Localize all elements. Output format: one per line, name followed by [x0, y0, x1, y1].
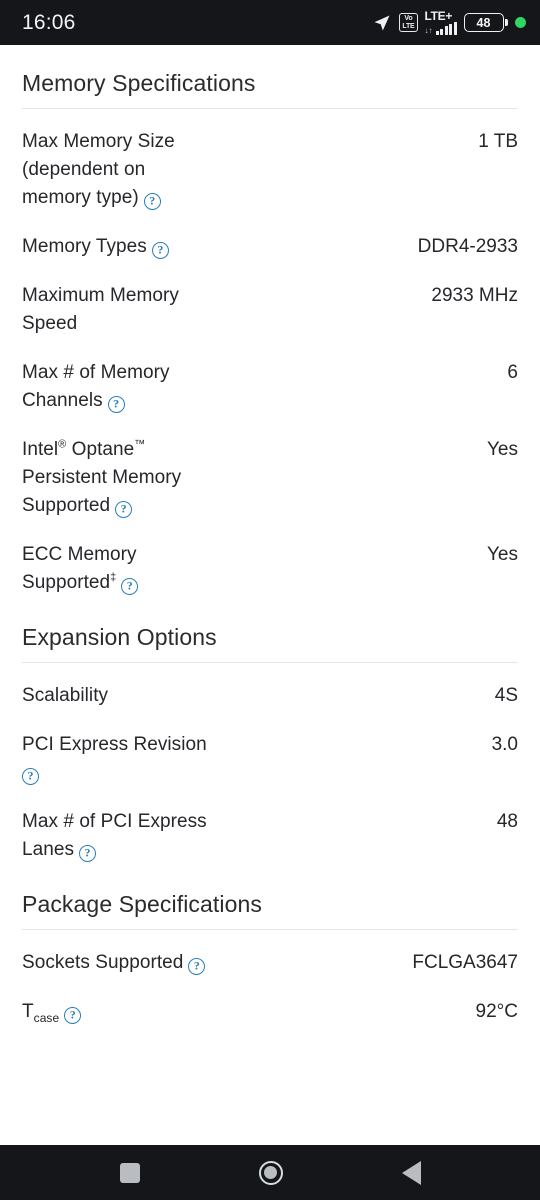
label-brand: Intel [22, 439, 59, 460]
section-package-specifications: Package Specifications Sockets Supported… [0, 866, 540, 1034]
volte-bottom-text: LTE [402, 22, 415, 30]
help-icon[interactable]: ? [115, 500, 133, 518]
help-icon[interactable]: ? [151, 241, 169, 259]
label-line-1: ECC Memory [22, 544, 137, 565]
back-button-icon[interactable] [401, 1160, 421, 1185]
help-icon[interactable]: ? [121, 577, 139, 595]
section-title-expansion: Expansion Options [22, 624, 217, 650]
section-title-memory: Memory Specifications [22, 70, 256, 96]
label-line-2: Persistent Memory [22, 467, 182, 488]
spec-value: FCLGA3647 [412, 952, 518, 973]
signal-bars-icon: LTE+ ↓↑ [425, 10, 457, 35]
location-arrow-icon [372, 13, 392, 33]
label-line-2: Lanes [22, 839, 75, 860]
label-line-3: memory type) [22, 187, 139, 208]
battery-cap [505, 19, 508, 26]
status-clock: 16:06 [22, 10, 76, 34]
help-icon[interactable]: ? [107, 395, 125, 413]
section-title-package: Package Specifications [22, 891, 263, 917]
spec-value: Yes [487, 544, 518, 565]
label-text: Memory Types [22, 236, 147, 257]
signal-strength-bars [435, 22, 457, 35]
phone-screen: 16:06 Vo LTE LTE+ ↓↑ 48 Memory Specifica… [0, 0, 540, 1200]
spec-row-pci-express-revision: PCI Express Revision ? 3.0 [22, 712, 518, 789]
label-line-2: Speed [22, 313, 78, 334]
spec-row-maximum-memory-speed: Maximum Memory Speed 2933 MHz [22, 263, 518, 340]
spec-value: 48 [496, 811, 518, 832]
help-icon[interactable]: ? [22, 767, 39, 785]
spec-label: Sockets Supported? [22, 949, 206, 977]
spec-value: 2933 MHz [431, 285, 518, 306]
section-expansion-options: Expansion Options Scalability 4S PCI Exp… [0, 599, 540, 866]
label-line-1: Maximum Memory [22, 285, 179, 306]
spec-row-scalability: Scalability 4S [22, 663, 518, 712]
recording-dot-icon [515, 17, 526, 28]
label-text: T [22, 1001, 34, 1022]
spec-value: DDR4-2933 [417, 236, 518, 257]
spec-label: Scalability [22, 685, 109, 706]
label-text: PCI Express Revision [22, 734, 207, 755]
help-icon[interactable]: ? [64, 1006, 82, 1024]
spec-row-memory-types: Memory Types? DDR4-2933 [22, 214, 518, 263]
label-line-2: Supported [22, 572, 111, 593]
recents-button-icon[interactable] [119, 1162, 140, 1183]
label-line-1: Max # of Memory [22, 362, 170, 383]
status-bar: 16:06 Vo LTE LTE+ ↓↑ 48 [0, 0, 540, 45]
help-icon[interactable]: ? [143, 192, 161, 210]
battery-icon: 48 [463, 13, 508, 32]
help-icon[interactable]: ? [188, 957, 206, 975]
spec-label: Max Memory Size (dependent on memory typ… [22, 128, 175, 212]
battery-level-text: 48 [463, 13, 504, 32]
spec-row-tcase: Tcase? 92°C [22, 979, 518, 1034]
spec-label: PCI Express Revision ? [22, 731, 207, 787]
spec-label: Max # of PCI Express Lanes? [22, 808, 207, 864]
spec-row-ecc-memory-supported: ECC Memory Supported‡? Yes [22, 522, 518, 599]
spec-row-max-memory-size: Max Memory Size (dependent on memory typ… [22, 109, 518, 214]
label-subscript: case [33, 1010, 60, 1025]
help-icon[interactable]: ? [79, 844, 97, 862]
label-line-3: Supported [22, 495, 111, 516]
spec-label: Max # of Memory Channels? [22, 359, 170, 415]
spec-value: 3.0 [491, 734, 518, 755]
spec-row-sockets-supported: Sockets Supported? FCLGA3647 [22, 930, 518, 979]
label-line-2: Channels [22, 390, 103, 411]
double-dagger-mark: ‡ [110, 571, 117, 584]
label-product: Optane [66, 439, 135, 460]
volte-icon: Vo LTE [399, 13, 418, 32]
android-nav-bar [0, 1145, 540, 1200]
section-memory-specifications: Memory Specifications Max Memory Size (d… [0, 45, 540, 599]
spec-row-optane-persistent-memory: Intel® Optane™ Persistent Memory Support… [22, 417, 518, 522]
spec-label: Memory Types? [22, 233, 169, 261]
spec-value: 6 [507, 362, 518, 383]
spec-label: Intel® Optane™ Persistent Memory Support… [22, 436, 181, 520]
home-button-icon[interactable] [258, 1160, 283, 1185]
spec-value: 1 TB [478, 131, 518, 152]
spec-list-scroll-area[interactable]: Memory Specifications Max Memory Size (d… [0, 45, 540, 1145]
spec-label: Maximum Memory Speed [22, 282, 179, 338]
label-line-1: Max # of PCI Express [22, 811, 207, 832]
spec-label: ECC Memory Supported‡? [22, 541, 139, 597]
label-line-1: Max Memory Size [22, 131, 175, 152]
label-line-2: (dependent on [22, 159, 146, 180]
spec-row-max-memory-channels: Max # of Memory Channels? 6 [22, 340, 518, 417]
volte-top-text: Vo [404, 15, 413, 22]
data-arrows-icon: ↓↑ [424, 26, 433, 35]
label-text: Sockets Supported [22, 952, 184, 973]
spec-value: 92°C [475, 1001, 518, 1022]
spec-row-max-pci-express-lanes: Max # of PCI Express Lanes? 48 [22, 789, 518, 866]
spec-value: 4S [494, 685, 518, 706]
spec-label: Tcase? [22, 998, 82, 1032]
spec-value: Yes [487, 439, 518, 460]
network-type-label: LTE+ [424, 9, 453, 23]
status-icons: Vo LTE LTE+ ↓↑ 48 [372, 10, 526, 35]
trademark-mark: ™ [134, 438, 146, 451]
